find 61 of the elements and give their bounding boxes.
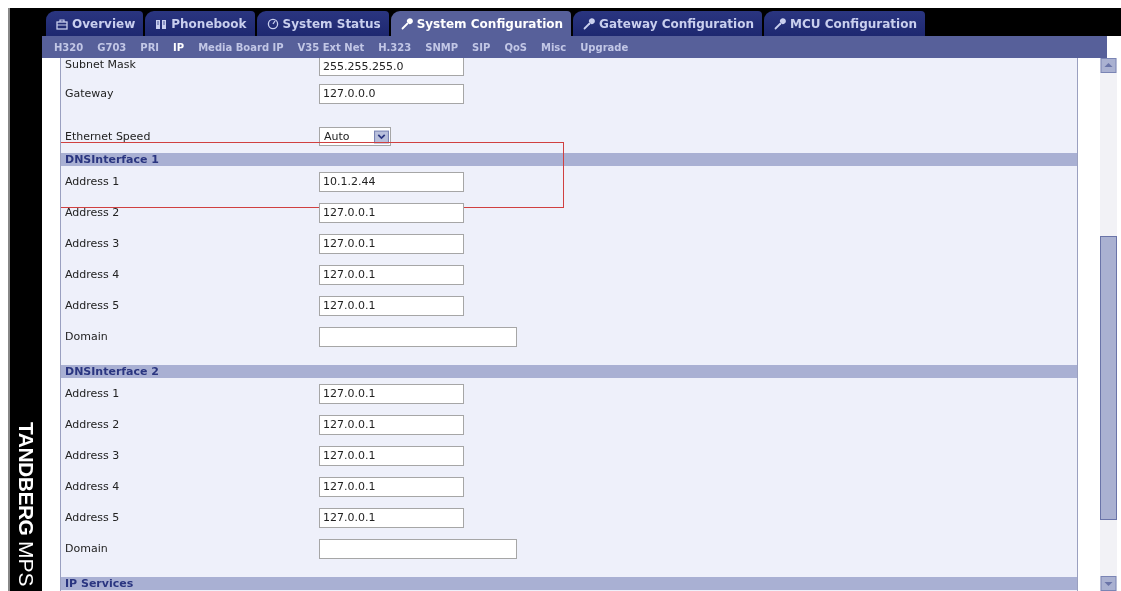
sub-tab[interactable]: Media Board IP xyxy=(198,41,284,53)
scroll-up-icon[interactable] xyxy=(1100,58,1117,73)
section-header: DNSInterface 2 xyxy=(61,365,1077,378)
book-icon xyxy=(155,17,168,30)
input-field[interactable]: 127.0.0.1 xyxy=(319,295,464,316)
sub-tab[interactable]: PRI xyxy=(140,41,160,53)
sub-tab[interactable]: Misc xyxy=(540,41,567,53)
input-field[interactable]: 127.0.0.1 xyxy=(319,507,464,528)
field-label: Address 5 xyxy=(64,299,121,312)
nav-tab[interactable]: Gateway Configuration xyxy=(573,11,762,36)
nav-tab[interactable]: Overview xyxy=(46,11,144,36)
field-label: Address 4 xyxy=(64,268,121,281)
sub-tab[interactable]: H320 xyxy=(54,41,84,53)
nav-tab[interactable]: System Configuration xyxy=(390,11,572,36)
scrollbar[interactable] xyxy=(1100,58,1117,591)
input-field[interactable]: 127.0.0.1 xyxy=(319,414,464,435)
sub-tab[interactable]: V35 Ext Net xyxy=(297,41,365,53)
caret-icon xyxy=(374,129,389,144)
input-field[interactable]: 127.0.0.1 xyxy=(319,383,464,404)
input-field[interactable]: 255.255.255.0 xyxy=(319,58,464,76)
nav-tab[interactable]: MCU Configuration xyxy=(764,11,925,36)
section-header: IP Services xyxy=(61,577,1077,590)
input-field[interactable] xyxy=(319,326,517,347)
field-label: Subnet Mask xyxy=(64,58,137,71)
input-field[interactable]: 127.0.0.1 xyxy=(319,445,464,466)
field-label: Address 2 xyxy=(64,206,121,219)
field-label: Address 1 xyxy=(64,175,121,188)
sub-tab[interactable]: IP xyxy=(173,41,185,53)
sub-tab[interactable]: Upgrade xyxy=(580,41,629,53)
input-field[interactable]: 127.0.0.0 xyxy=(319,83,464,104)
nav-tab[interactable]: System Status xyxy=(256,11,389,36)
input-field[interactable]: 127.0.0.1 xyxy=(319,476,464,497)
field-label: Address 5 xyxy=(64,511,121,524)
field-label: Address 3 xyxy=(64,237,121,250)
scroll-down-icon[interactable] xyxy=(1100,576,1117,591)
field-label: Domain xyxy=(64,542,109,555)
field-label: Gateway xyxy=(64,87,115,100)
sub-tab[interactable]: QoS xyxy=(504,41,527,53)
field-label: Address 4 xyxy=(64,480,121,493)
scrollbar-thumb[interactable] xyxy=(1100,236,1117,520)
sub-tab[interactable]: SNMP xyxy=(425,41,459,53)
section-header: DNSInterface 1 xyxy=(61,153,1077,166)
field-label: Address 3 xyxy=(64,449,121,462)
briefcase-icon xyxy=(56,17,68,30)
field-label: Domain xyxy=(64,330,109,343)
product-name: MPS xyxy=(14,541,38,587)
input-field[interactable] xyxy=(319,538,517,559)
sub-tab[interactable]: G703 xyxy=(97,41,127,53)
nav-tab[interactable]: Phonebook xyxy=(145,11,255,36)
dropdown[interactable]: Auto xyxy=(319,127,391,146)
sub-tab[interactable]: H.323 xyxy=(378,41,412,53)
input-field[interactable]: 127.0.0.1 xyxy=(319,264,464,285)
input-field[interactable]: 10.1.2.44 xyxy=(319,171,464,192)
gauge-icon xyxy=(266,17,279,30)
brand-logo: TANDBERG xyxy=(14,422,38,536)
field-label: Ethernet Speed xyxy=(64,130,152,143)
field-label: Address 2 xyxy=(64,418,121,431)
field-label: Address 1 xyxy=(64,387,121,400)
input-field[interactable]: 127.0.0.1 xyxy=(319,202,464,223)
input-field[interactable]: 127.0.0.1 xyxy=(319,233,464,254)
sub-tab[interactable]: SIP xyxy=(472,41,491,53)
